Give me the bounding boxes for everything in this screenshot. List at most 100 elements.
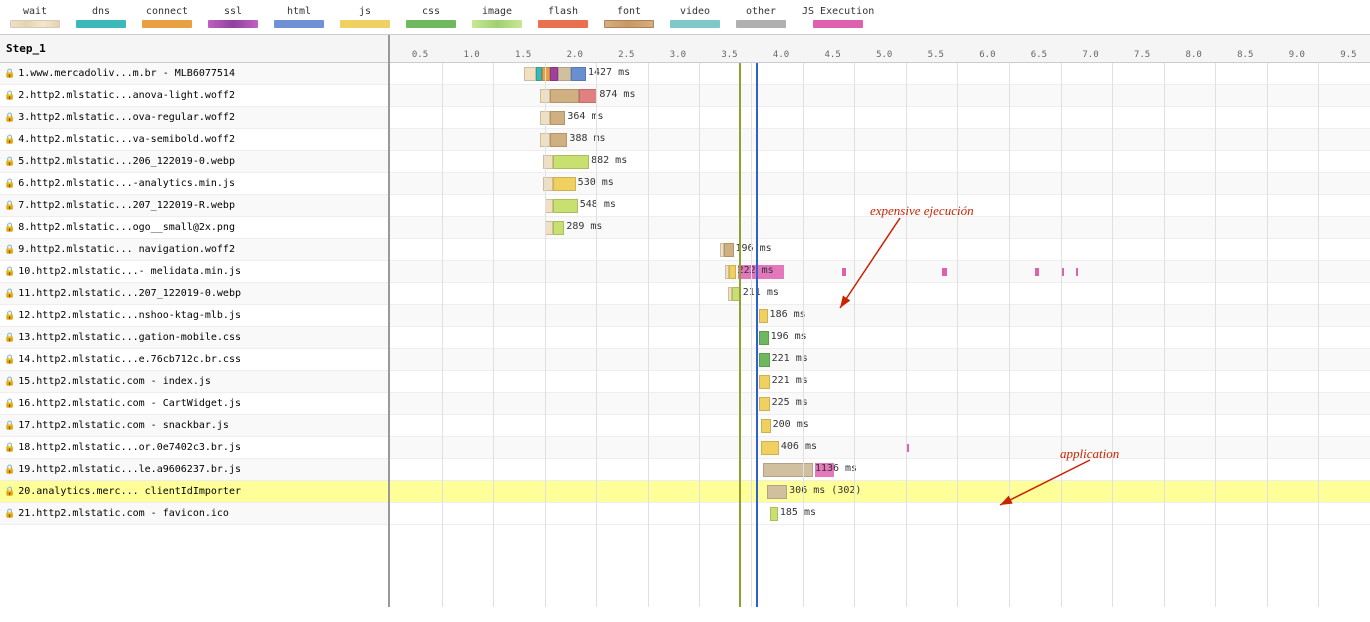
request-number: 10. (18, 266, 36, 277)
timing-row: 388 ms (390, 129, 1370, 151)
request-number: 2. (18, 90, 30, 101)
bar-segment (579, 89, 598, 103)
lock-icon: 🔒 (4, 157, 15, 167)
request-row: 🔒8. http2.mlstatic...ogo__small@2x.png (0, 217, 388, 239)
lock-icon: 🔒 (4, 289, 15, 299)
request-row: 🔒9. http2.mlstatic... navigation.woff2 (0, 239, 388, 261)
grid-line (803, 63, 804, 607)
timing-row: 211 ms (390, 283, 1370, 305)
time-tick: 3.5 (721, 50, 737, 60)
lock-icon: 🔒 (4, 223, 15, 233)
bar-segment (550, 133, 568, 147)
timing-row: 225 ms (390, 393, 1370, 415)
timing-row: 874 ms (390, 85, 1370, 107)
request-name: http2.mlstatic...va-semibold.woff2 (30, 134, 235, 145)
grid-line (854, 63, 855, 607)
request-name: http2.mlstatic.com - CartWidget.js (36, 398, 241, 409)
request-name: http2.mlstatic...e.76cb712c.br.css (36, 354, 241, 365)
lock-icon: 🔒 (4, 487, 15, 497)
timing-row: 548 ms (390, 195, 1370, 217)
legend-bar: wait dns connect ssl html js css image (0, 0, 1370, 35)
grid-line (1318, 63, 1319, 607)
lock-icon: 🔒 (4, 267, 15, 277)
timing-row: 186 ms (390, 305, 1370, 327)
lock-icon: 🔒 (4, 311, 15, 321)
legend-image: image (472, 6, 522, 28)
lock-icon: 🔒 (4, 443, 15, 453)
request-row: 🔒1. www.mercadoliv...m.br - MLB6077514 (0, 63, 388, 85)
legend-wait: wait (10, 6, 60, 28)
request-name: http2.mlstatic...nshoo-ktag-mlb.js (36, 310, 241, 321)
request-row: 🔒10. http2.mlstatic...- melidata.min.js (0, 261, 388, 283)
request-row: 🔒17. http2.mlstatic.com - snackbar.js (0, 415, 388, 437)
bar-segment (759, 375, 769, 389)
timing-label: 364 ms (567, 111, 603, 122)
grid-line (699, 63, 700, 607)
timing-label: 1136 ms (815, 463, 857, 474)
timing-row: 196 ms (390, 239, 1370, 261)
request-name: http2.mlstatic... navigation.woff2 (30, 244, 235, 255)
request-name: http2.mlstatic...ova-regular.woff2 (30, 112, 235, 123)
lock-icon: 🔒 (4, 179, 15, 189)
request-number: 6. (18, 178, 30, 189)
time-tick: 1.5 (515, 50, 531, 60)
lock-icon: 🔒 (4, 355, 15, 365)
lock-icon: 🔒 (4, 113, 15, 123)
lock-icon: 🔒 (4, 377, 15, 387)
bar-segment (761, 419, 770, 433)
lock-icon: 🔒 (4, 69, 15, 79)
timing-panel: 0.51.01.52.02.53.03.54.04.55.05.56.06.57… (390, 35, 1370, 607)
grid-line (648, 63, 649, 607)
legend-ssl: ssl (208, 6, 258, 28)
timing-row: 364 ms (390, 107, 1370, 129)
time-tick: 6.0 (979, 50, 995, 60)
request-row: 🔒6. http2.mlstatic...-analytics.min.js (0, 173, 388, 195)
legend-js-execution: JS Execution (802, 6, 874, 28)
request-number: 1. (18, 68, 30, 79)
request-number: 19. (18, 464, 36, 475)
waterfall: Step_1 🔒1. www.mercadoliv...m.br - MLB60… (0, 35, 1370, 607)
request-number: 7. (18, 200, 30, 211)
legend-connect: connect (142, 6, 192, 28)
timing-label: 196 ms (736, 243, 772, 254)
grid-line (545, 63, 546, 607)
grid-line (1164, 63, 1165, 607)
timing-label: 211 ms (743, 287, 779, 298)
time-tick: 4.5 (824, 50, 840, 60)
request-name: http2.mlstatic...- melidata.min.js (36, 266, 241, 277)
timing-label: 388 ms (569, 133, 605, 144)
vertical-marker-green (739, 63, 741, 607)
bar-segment (553, 221, 564, 235)
timing-label: 1427 ms (588, 67, 630, 78)
legend-css: css (406, 6, 456, 28)
step-header: Step_1 (0, 35, 388, 63)
timing-row: 306 ms (302) (390, 481, 1370, 503)
timing-row: 221 ms (390, 349, 1370, 371)
time-tick: 6.5 (1031, 50, 1047, 60)
bar-segment (759, 353, 769, 367)
scatter-mark (1076, 268, 1078, 276)
timing-row: 196 ms (390, 327, 1370, 349)
request-name: http2.mlstatic...or.0e7402c3.br.js (36, 442, 241, 453)
time-tick: 3.0 (670, 50, 686, 60)
timing-label: 196 ms (771, 331, 807, 342)
bar-segment (553, 177, 576, 191)
timing-row: 222 ms (390, 261, 1370, 283)
request-row: 🔒18. http2.mlstatic...or.0e7402c3.br.js (0, 437, 388, 459)
time-tick: 8.0 (1186, 50, 1202, 60)
timing-label: 406 ms (781, 441, 817, 452)
timing-label: 874 ms (599, 89, 635, 100)
bar-segment (558, 67, 570, 81)
grid-line (906, 63, 907, 607)
lock-icon: 🔒 (4, 245, 15, 255)
legend-flash: flash (538, 6, 588, 28)
lock-icon: 🔒 (4, 509, 15, 519)
time-tick: 2.5 (618, 50, 634, 60)
request-name: http2.mlstatic...le.a9606237.br.js (36, 464, 241, 475)
lock-icon: 🔒 (4, 399, 15, 409)
request-number: 9. (18, 244, 30, 255)
bar-segment (761, 441, 779, 455)
request-row: 🔒12. http2.mlstatic...nshoo-ktag-mlb.js (0, 305, 388, 327)
request-row: 🔒5. http2.mlstatic...206_122019-0.webp (0, 151, 388, 173)
timing-label: 306 ms (302) (789, 485, 861, 496)
